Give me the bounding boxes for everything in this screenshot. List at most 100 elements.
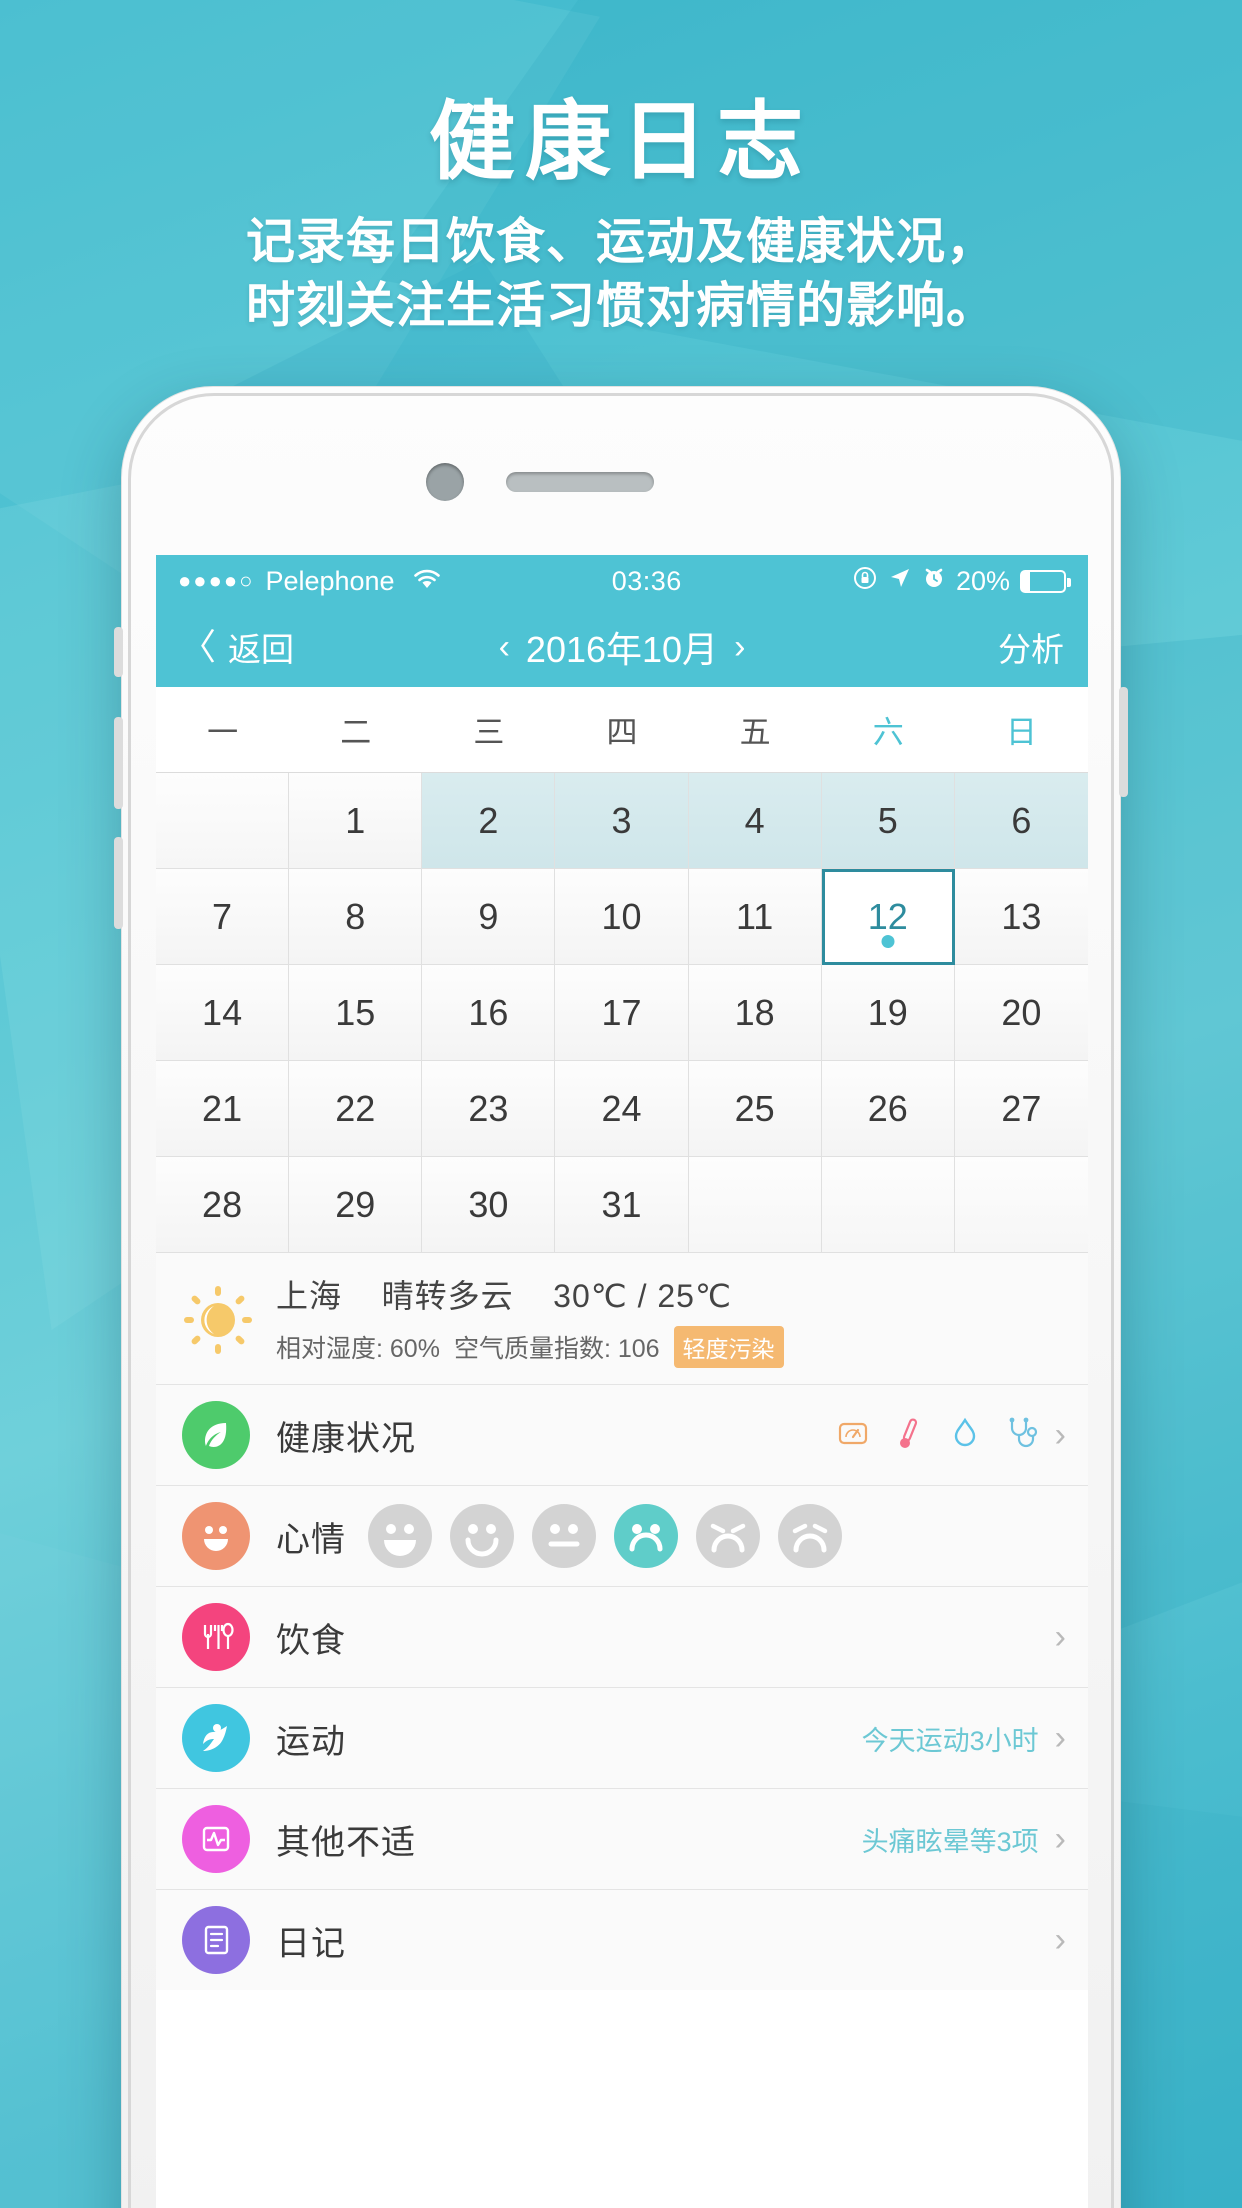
list-item-wrap: 运动 今天运动3小时 › (156, 1688, 1088, 1789)
blood-drop-icon[interactable] (947, 1415, 983, 1456)
phone-mockup: ●●●●○ Pelephone 03:36 20% 〈 返回 ‹ 2016年10… (114, 386, 1128, 2208)
signal-strength-icon: ●●●●○ (178, 568, 255, 593)
calendar-day-15[interactable]: 15 (289, 965, 423, 1061)
calendar-day-6[interactable]: 6 (954, 773, 1088, 869)
volume-up-button (114, 717, 123, 809)
calendar-day-number: 26 (867, 1087, 908, 1129)
list-item-mood[interactable]: 心情 (156, 1486, 1088, 1586)
calendar-day-number: 2 (478, 799, 499, 841)
calendar-day-31[interactable]: 31 (555, 1157, 689, 1253)
calendar-day-number: 29 (335, 1183, 376, 1225)
analysis-button[interactable]: 分析 (998, 623, 1064, 671)
calendar-grid: 1 2 3 4 5 6 7 8 9 10 11 12 13 14 15 16 17 18 19 20 21 22 23 24 2… (156, 773, 1088, 1253)
list-item-diet[interactable]: 饮食 › (156, 1587, 1088, 1687)
calendar-day-1[interactable]: 1 (289, 773, 423, 869)
earpiece-speaker (506, 472, 654, 492)
calendar-day-4[interactable]: 4 (688, 773, 822, 869)
calendar-day-25[interactable]: 25 (688, 1061, 822, 1157)
calendar-day-8[interactable]: 8 (289, 869, 423, 965)
chevron-right-icon: › (1054, 1718, 1066, 1757)
calendar-day-12[interactable]: 12 (821, 869, 955, 965)
mood-laugh[interactable] (368, 1504, 432, 1568)
weather-row[interactable]: 上海 晴转多云 30℃ / 25℃ 相对湿度: 60% 空气质量指数: 106 … (156, 1253, 1088, 1385)
calendar-day-10[interactable]: 10 (555, 869, 689, 965)
weekday-label: 六 (872, 715, 904, 750)
prev-month-button[interactable]: ‹ (499, 630, 510, 664)
calendar-day-22[interactable]: 22 (289, 1061, 423, 1157)
calendar-day-number: 22 (335, 1087, 376, 1129)
calendar-day-number: 13 (1001, 895, 1042, 937)
list-item-health[interactable]: 健康状况 › (156, 1385, 1088, 1485)
calendar-day-2[interactable]: 2 (422, 773, 556, 869)
list-item-label: 运动 (276, 1722, 346, 1761)
chevron-left-icon: 〈 (180, 626, 217, 667)
calendar-day-number: 23 (468, 1087, 509, 1129)
calendar-day-24[interactable]: 24 (555, 1061, 689, 1157)
list-item-wrap: 饮食 › (156, 1587, 1088, 1688)
chevron-right-icon: › (1054, 1617, 1066, 1656)
calendar-day-number: 30 (468, 1183, 509, 1225)
calendar-day-5[interactable]: 5 (821, 773, 955, 869)
volume-down-button (114, 837, 123, 929)
calendar-day-23[interactable]: 23 (422, 1061, 556, 1157)
mood-upset[interactable] (696, 1504, 760, 1568)
mood-neutral[interactable] (532, 1504, 596, 1568)
calendar-day-27[interactable]: 27 (954, 1061, 1088, 1157)
chevron-right-icon: › (1054, 1920, 1066, 1959)
weather-temperature: 30℃ / 25℃ (553, 1278, 732, 1314)
calendar-day-20[interactable]: 20 (954, 965, 1088, 1061)
calendar-day-29[interactable]: 29 (289, 1157, 423, 1253)
smiley-face-icon (182, 1502, 250, 1570)
calendar-day-17[interactable]: 17 (555, 965, 689, 1061)
leaf-icon (182, 1401, 250, 1469)
weekday-label: 日 (1005, 715, 1037, 750)
calendar-day-11[interactable]: 11 (688, 869, 822, 965)
list-item-discomfort[interactable]: 其他不适 头痛眩晕等3项 › (156, 1789, 1088, 1889)
mute-switch (114, 627, 123, 677)
calendar-day-28[interactable]: 28 (156, 1157, 290, 1253)
health-metric-icons (835, 1415, 1039, 1456)
list-item-diary[interactable]: 日记 › (156, 1890, 1088, 1990)
calendar-weekday-header: 一二三四五六日 (156, 687, 1088, 773)
back-button[interactable]: 〈 返回 (180, 623, 294, 671)
phone-screen: ●●●●○ Pelephone 03:36 20% 〈 返回 ‹ 2016年10… (156, 555, 1088, 2208)
phone-top-bezel (122, 387, 1120, 555)
mood-sad[interactable] (614, 1504, 678, 1568)
list-item-label: 健康状况 (276, 1419, 416, 1458)
weekday-label: 四 (606, 715, 638, 750)
calendar-day-14[interactable]: 14 (156, 965, 290, 1061)
cutlery-icon (182, 1603, 250, 1671)
calendar-day-21[interactable]: 21 (156, 1061, 290, 1157)
calendar-day-7[interactable]: 7 (156, 869, 290, 965)
chevron-right-icon: › (1054, 1819, 1066, 1858)
calendar-day-number: 1 (345, 799, 366, 841)
stethoscope-icon[interactable] (1003, 1415, 1039, 1456)
power-button (1119, 687, 1128, 797)
calendar-day-13[interactable]: 13 (954, 869, 1088, 965)
thermometer-icon[interactable] (891, 1415, 927, 1456)
calendar-day-empty (821, 1157, 955, 1253)
calendar-day-number: 20 (1001, 991, 1042, 1033)
running-person-icon (182, 1704, 250, 1772)
calendar-day-number: 10 (601, 895, 642, 937)
calendar-day-number: 31 (601, 1183, 642, 1225)
weekday-label: 一 (207, 715, 239, 750)
calendar-day-19[interactable]: 19 (821, 965, 955, 1061)
list-item-wrap: 日记 › (156, 1890, 1088, 1990)
list-item-wrap: 心情 (156, 1486, 1088, 1587)
scale-icon[interactable] (835, 1415, 871, 1456)
mood-smile[interactable] (450, 1504, 514, 1568)
calendar-day-3[interactable]: 3 (555, 773, 689, 869)
calendar-day-18[interactable]: 18 (688, 965, 822, 1061)
calendar-day-26[interactable]: 26 (821, 1061, 955, 1157)
calendar-day-number: 14 (202, 991, 243, 1033)
calendar-day-number: 17 (601, 991, 642, 1033)
next-month-button[interactable]: › (734, 630, 745, 664)
weather-aqi: 空气质量指数: 106 (453, 1335, 660, 1363)
calendar-day-9[interactable]: 9 (422, 869, 556, 965)
calendar-day-30[interactable]: 30 (422, 1157, 556, 1253)
calendar-day-empty (954, 1157, 1088, 1253)
calendar-day-16[interactable]: 16 (422, 965, 556, 1061)
list-item-exercise[interactable]: 运动 今天运动3小时 › (156, 1688, 1088, 1788)
mood-cry[interactable] (778, 1504, 842, 1568)
